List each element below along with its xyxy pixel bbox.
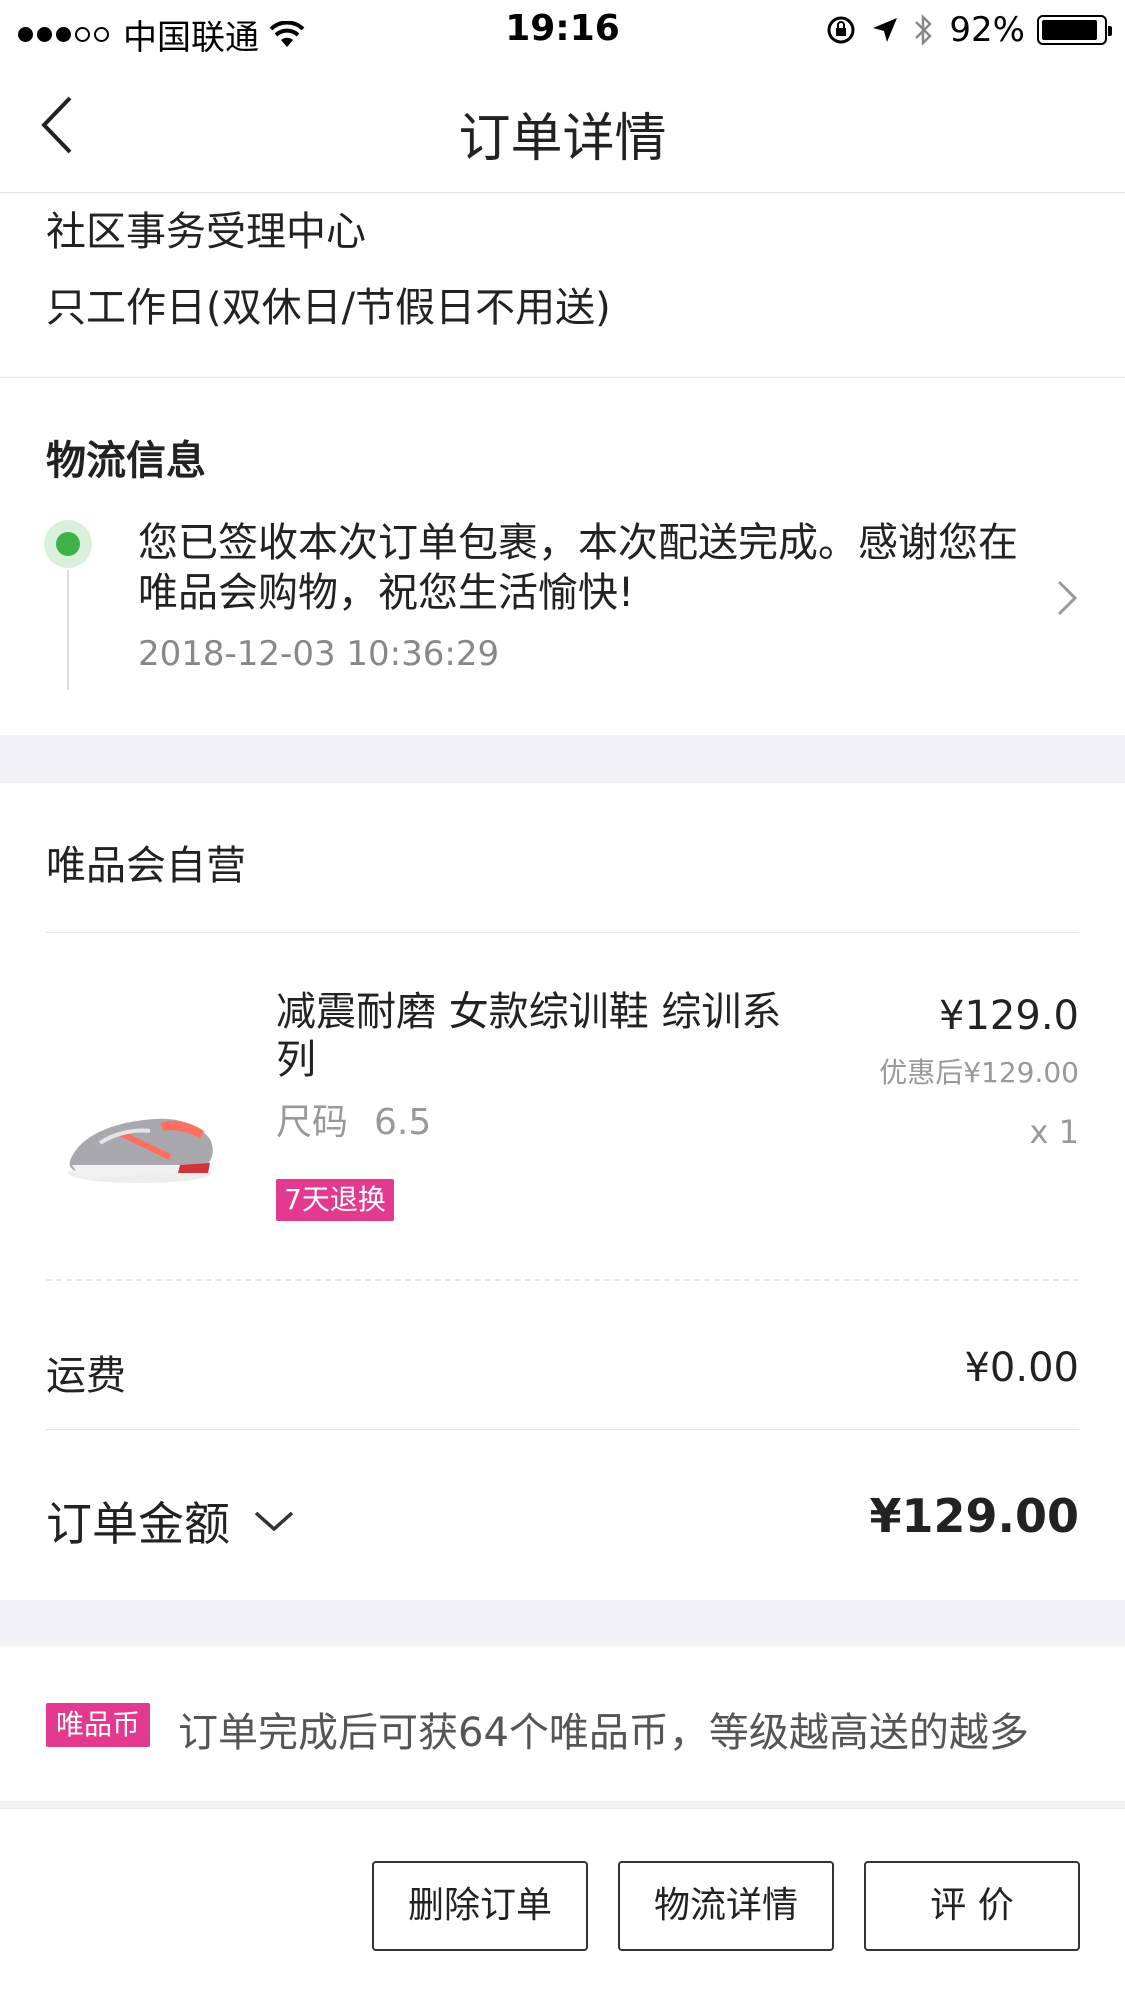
order-section: 唯品会自营 减震耐磨 女款综训鞋 综训系列 尺码 6.5 7天退换 ¥129.0 …: [0, 783, 1125, 1600]
review-button[interactable]: 评 价: [864, 1861, 1080, 1951]
size-label: 尺码: [276, 1102, 349, 1143]
section-gap: [0, 735, 1125, 783]
section-gap: [0, 1801, 1125, 1808]
address-line: 社区事务受理中心: [46, 209, 366, 255]
location-icon: [873, 18, 898, 42]
shipping-label: 运费: [46, 1353, 126, 1399]
total-label: 订单金额: [46, 1497, 230, 1551]
bottom-action-bar: 删除订单 物流详情 评 价: [0, 1808, 1125, 2001]
product-image: [68, 1118, 213, 1183]
status-bar: 中国联通 19:16 92%: [0, 0, 1125, 60]
product-price: ¥129.0: [939, 993, 1079, 1039]
logistics-title: 物流信息: [46, 438, 206, 484]
divider: [46, 1429, 1079, 1430]
address-section: 社区事务受理中心 只工作日(双休日/节假日不用送): [0, 193, 1125, 378]
battery-icon: [1037, 15, 1112, 45]
status-right: 92%: [825, 10, 1112, 50]
delivery-note: 只工作日(双休日/节假日不用送): [46, 285, 611, 331]
logistics-section[interactable]: 物流信息 您已签收本次订单包裹，本次配送完成。感谢您在唯品会购物，祝您生活愉快!…: [0, 378, 1125, 735]
chevron-down-icon: [254, 1511, 294, 1532]
section-gap: [0, 1600, 1125, 1646]
coin-section: 唯品币 订单完成后可获64个唯品币，等级越高送的越多: [0, 1646, 1125, 1801]
logistics-time: 2018-12-03 10:36:29: [138, 634, 500, 674]
order-total-toggle[interactable]: 订单金额: [46, 1488, 296, 1554]
timeline-line: [67, 570, 69, 690]
logistics-message: 您已签收本次订单包裹，本次配送完成。感谢您在唯品会购物，祝您生活愉快!: [138, 520, 1018, 616]
product-size: 尺码 6.5: [276, 1093, 431, 1145]
delete-order-button[interactable]: 删除订单: [372, 1861, 588, 1951]
bluetooth-icon: [915, 13, 933, 47]
nav-bar: 订单详情: [0, 60, 1125, 193]
coin-info-text: 订单完成后可获64个唯品币，等级越高送的越多: [178, 1710, 1029, 1756]
coin-badge: 唯品币: [46, 1703, 151, 1747]
timeline-dot-icon: [44, 520, 92, 568]
product-name: 减震耐磨 女款综训鞋 综训系列: [276, 989, 782, 1083]
battery-percent: 92%: [949, 10, 1025, 50]
dashed-divider: [46, 1279, 1079, 1281]
chevron-right-icon: [1057, 580, 1078, 616]
return-policy-badge: 7天退换: [276, 1179, 394, 1221]
total-value: ¥129.00: [869, 1489, 1079, 1543]
page-title: 订单详情: [458, 109, 667, 169]
shop-name: 唯品会自营: [46, 843, 246, 889]
shipping-value: ¥0.00: [964, 1345, 1079, 1391]
logistics-detail-button[interactable]: 物流详情: [618, 1861, 834, 1951]
size-value: 6.5: [374, 1102, 432, 1143]
divider: [46, 932, 1079, 933]
discount-price: 优惠后¥129.00: [879, 1056, 1079, 1089]
rotation-lock-icon: [827, 16, 855, 44]
product-quantity: x 1: [1029, 1113, 1079, 1151]
